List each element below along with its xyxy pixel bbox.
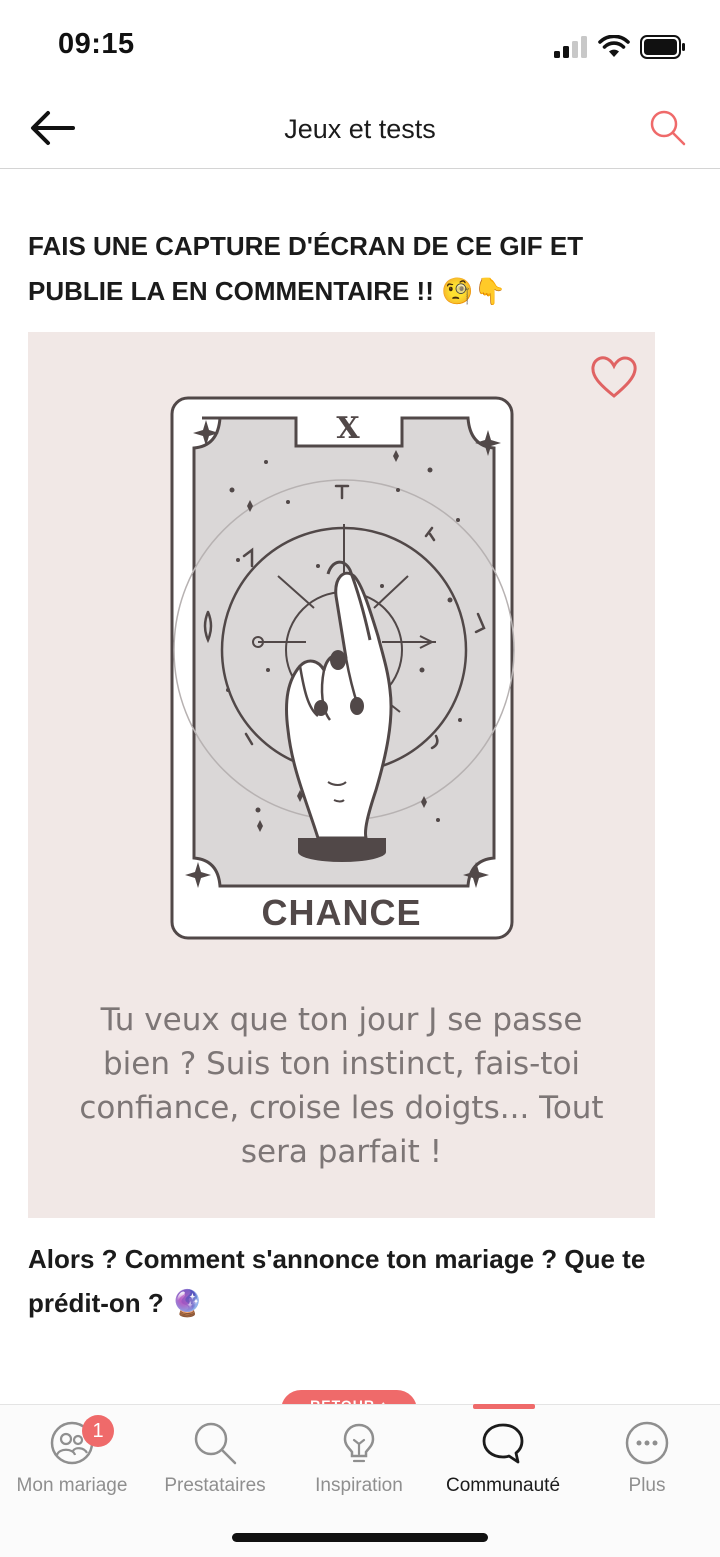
heart-icon bbox=[591, 356, 637, 398]
wifi-icon bbox=[598, 35, 630, 57]
card-name: CHANCE bbox=[261, 892, 422, 933]
status-bar: 09:15 bbox=[0, 0, 720, 92]
post-title: FAIS UNE CAPTURE D'ÉCRAN DE CE GIF ET PU… bbox=[28, 231, 584, 306]
status-time: 09:15 bbox=[58, 28, 135, 60]
tab-label: Mon mariage bbox=[16, 1475, 128, 1496]
tab-label: Plus bbox=[628, 1475, 666, 1496]
notification-badge: 1 bbox=[82, 1415, 114, 1447]
search-icon bbox=[194, 1422, 237, 1465]
chat-bubble-icon bbox=[482, 1423, 524, 1464]
battery-icon bbox=[640, 35, 685, 59]
tab-plus[interactable]: Plus bbox=[575, 1405, 719, 1515]
tab-communaute[interactable]: Communauté bbox=[431, 1405, 575, 1515]
tab-mon-mariage[interactable]: 1 Mon mariage bbox=[0, 1405, 144, 1515]
tab-label: Prestataires bbox=[164, 1475, 266, 1496]
home-indicator bbox=[232, 1533, 488, 1542]
top-navigation-bar: Jeux et tests bbox=[0, 92, 720, 169]
page-title: Jeux et tests bbox=[284, 114, 436, 144]
tab-inspiration[interactable]: Inspiration bbox=[287, 1405, 431, 1515]
search-icon bbox=[650, 110, 686, 146]
lightbulb-icon bbox=[343, 1423, 375, 1463]
tab-label: Communauté bbox=[445, 1475, 561, 1496]
status-icons bbox=[554, 32, 686, 62]
tab-label: Inspiration bbox=[315, 1475, 403, 1496]
cellular-signal-icon bbox=[554, 36, 587, 58]
tarot-card-illustration: X bbox=[170, 396, 515, 940]
card-caption: Tu veux que ton jour J se passe bien ? S… bbox=[79, 1002, 604, 1170]
search-button[interactable] bbox=[646, 106, 690, 150]
tab-prestataires[interactable]: Prestataires bbox=[143, 1405, 287, 1515]
tarot-card-gif[interactable]: X CHANCE Tu veux que ton jour J se passe… bbox=[28, 332, 655, 1218]
card-numeral: X bbox=[336, 411, 360, 446]
post-question: Alors ? Comment s'annonce ton mariage ? … bbox=[28, 1244, 646, 1318]
more-icon bbox=[625, 1421, 669, 1465]
